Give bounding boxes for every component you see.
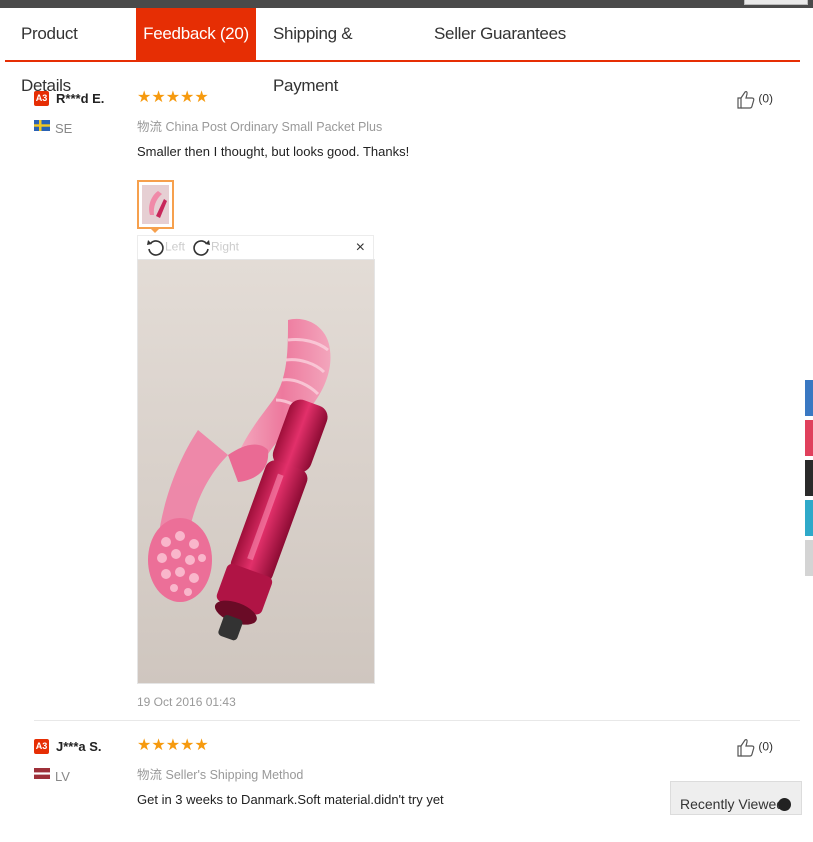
side-tool-wishlist[interactable] (805, 420, 813, 456)
feedback-comment: Smaller then I thought, but looks good. … (137, 144, 410, 159)
logistics-method: China Post Ordinary Small Packet Plus (165, 120, 383, 134)
thumbs-up-icon (737, 91, 755, 109)
logistics-info: 物流 China Post Ordinary Small Packet Plus (137, 116, 382, 135)
helpful-button[interactable]: (0) (736, 90, 773, 109)
rotate-right-label: Right (211, 239, 240, 254)
logistics-prefix: 物流 (137, 768, 163, 782)
buyer-country: SE (55, 121, 73, 136)
tab-shipping-payment[interactable]: Shipping & Payment (273, 8, 413, 95)
detail-tabs: Product Details Feedback (20) Shipping &… (5, 8, 800, 95)
buyer-level-badge: A3 (34, 91, 49, 106)
photo-viewer-toolbar: Left Right × (137, 235, 374, 261)
product-page: Product Details Feedback (20) Shipping &… (5, 8, 800, 813)
buyer-level-badge: A3 (34, 739, 49, 754)
side-tool-feedback[interactable] (805, 540, 813, 576)
buyer-name: J***a S. (56, 739, 102, 754)
buyer-country: LV (55, 769, 70, 784)
helpful-count: (0) (758, 91, 774, 106)
logistics-prefix: 物流 (137, 120, 163, 134)
thumbnail-pointer (149, 227, 161, 233)
feedback-photo-large (137, 259, 375, 684)
feedback-date: 19 Oct 2016 01:43 (137, 695, 236, 709)
window-control-button[interactable] (744, 0, 808, 5)
feedback-divider (34, 720, 800, 721)
rotate-right-button[interactable]: Right (192, 238, 239, 257)
buyer-name: R***d E. (56, 91, 105, 106)
star-rating: ★★★★★ (137, 737, 209, 754)
close-viewer-button[interactable]: × (356, 239, 365, 257)
tab-product-details[interactable]: Product Details (21, 8, 131, 95)
rotate-left-label: Left (165, 239, 186, 254)
rotate-left-button[interactable]: Left (146, 238, 185, 257)
feedback-photo-thumbnail[interactable] (137, 180, 174, 229)
logistics-info: 物流 Seller's Shipping Method (137, 764, 303, 783)
window-top-bar (0, 0, 813, 8)
star-rating: ★★★★★ (137, 89, 209, 106)
rotate-left-icon (147, 240, 164, 256)
helpful-button[interactable]: (0) (736, 738, 773, 757)
latvia-flag-icon (34, 768, 50, 779)
chevron-up-icon (778, 798, 791, 821)
side-tool-chat[interactable] (805, 500, 813, 536)
tab-seller-guarantees[interactable]: Seller Guarantees (434, 8, 574, 60)
side-tool-cart[interactable] (805, 460, 813, 496)
side-tool-share[interactable] (805, 380, 813, 416)
rotate-right-icon (193, 240, 210, 256)
sweden-flag-icon (34, 120, 50, 131)
recently-viewed-button[interactable]: Recently Viewed (670, 781, 802, 821)
tab-feedback[interactable]: Feedback (20) (136, 8, 256, 60)
thumbs-up-icon (737, 739, 755, 757)
feedback-comment: Get in 3 weeks to Danmark.Soft material.… (137, 792, 444, 807)
recently-viewed-label: Recently Viewed (680, 796, 785, 812)
helpful-count: (0) (758, 739, 774, 754)
product-photo-thumbnail-image (142, 185, 169, 224)
logistics-method: Seller's Shipping Method (165, 768, 304, 782)
product-photo-image (138, 260, 374, 683)
